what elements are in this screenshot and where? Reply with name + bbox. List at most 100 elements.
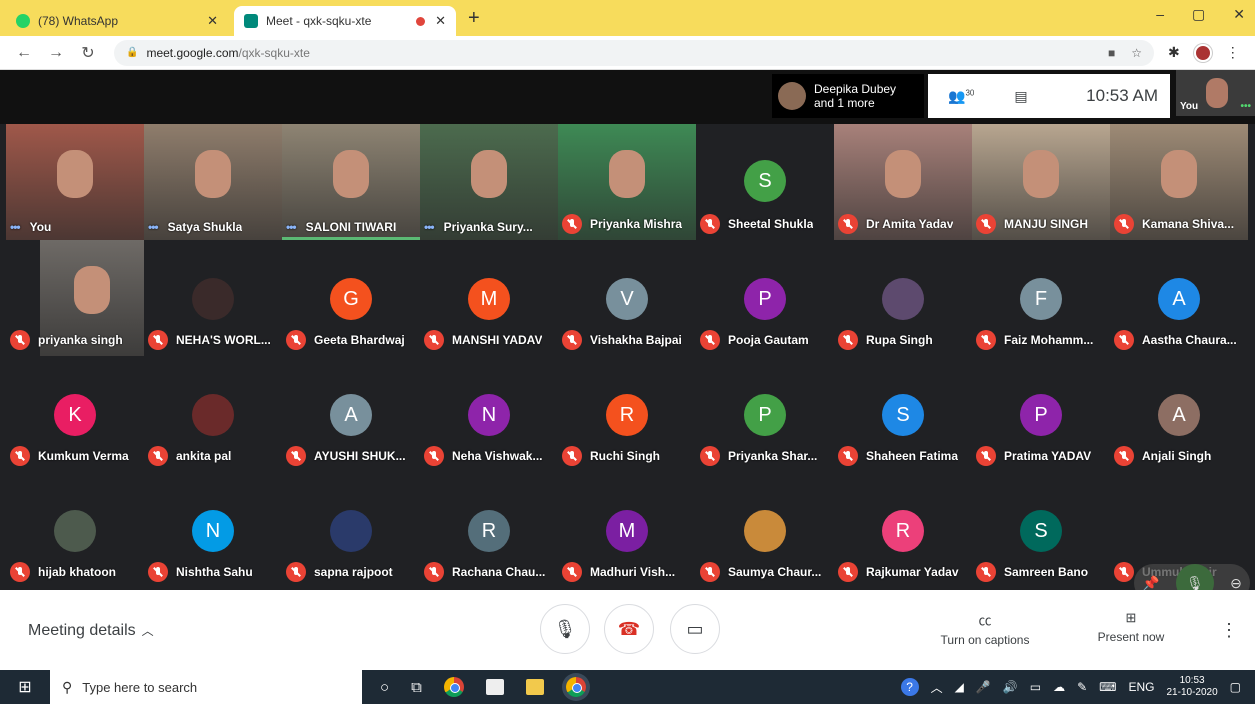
language-indicator[interactable]: ENG xyxy=(1128,680,1154,694)
bookmark-star-icon[interactable]: ☆ xyxy=(1131,46,1142,60)
browser-menu-icon[interactable]: ⋮ xyxy=(1226,44,1240,61)
participant-name-label: Rupa Singh xyxy=(866,333,933,347)
participant-name: Anjali Singh xyxy=(1114,446,1211,466)
minimize-button[interactable]: – xyxy=(1156,6,1164,23)
participant-tile[interactable]: S Samreen Bano xyxy=(972,472,1110,588)
mic-tray-icon[interactable]: 🎤 xyxy=(976,680,991,694)
close-window-button[interactable]: ✕ xyxy=(1233,6,1245,23)
volume-icon[interactable]: 🔊 xyxy=(1003,680,1018,694)
participant-name-label: Pooja Gautam xyxy=(728,333,809,347)
participant-tile[interactable]: hijab khatoon xyxy=(6,472,144,588)
chrome-icon[interactable] xyxy=(443,677,464,697)
participant-tile[interactable]: Saumya Chaur... xyxy=(696,472,834,588)
participant-tile[interactable]: ••• You xyxy=(6,124,144,240)
participant-tile[interactable]: Dr Amita Yadav xyxy=(834,124,972,240)
file-explorer-icon[interactable] xyxy=(525,679,544,695)
maximize-button[interactable]: ▢ xyxy=(1192,6,1205,23)
camera-button[interactable]: ▭ xyxy=(670,604,720,654)
participant-name: Dr Amita Yadav xyxy=(838,214,953,234)
reload-icon[interactable]: ↻ xyxy=(80,43,96,63)
participant-tile[interactable]: A AYUSHI SHUK... xyxy=(282,356,420,472)
participant-tile[interactable]: R Ruchi Singh xyxy=(558,356,696,472)
new-tab-button[interactable]: + xyxy=(468,7,480,30)
back-arrow-icon[interactable]: ← xyxy=(16,44,32,62)
network-icon[interactable]: ◢ xyxy=(955,680,964,694)
close-tab-icon[interactable]: ✕ xyxy=(207,13,218,29)
mic-muted-icon xyxy=(976,214,996,234)
tab-title: Meet - qxk-sqku-xte xyxy=(266,14,372,28)
tab-whatsapp[interactable]: (78) WhatsApp ✕ xyxy=(6,6,228,36)
help-icon[interactable]: ? xyxy=(900,678,919,696)
participant-tile[interactable]: R Rachana Chau... xyxy=(420,472,558,588)
tab-meet[interactable]: Meet - qxk-sqku-xte ✕ xyxy=(234,6,456,36)
participant-tile[interactable]: S Sheetal Shukla xyxy=(696,124,834,240)
participant-tile[interactable]: N Nishtha Sahu xyxy=(144,472,282,588)
more-options-icon[interactable]: ⋮ xyxy=(1220,620,1238,641)
more-dots-icon[interactable]: ••• xyxy=(286,220,297,234)
participant-tile[interactable]: N Neha Vishwak... xyxy=(420,356,558,472)
cloud-icon[interactable]: ☁ xyxy=(1053,680,1065,694)
participant-tile[interactable]: priyanka singh xyxy=(6,240,144,356)
camera-indicator-icon[interactable]: ■ xyxy=(1108,46,1115,60)
store-icon[interactable] xyxy=(485,679,504,695)
participant-tile[interactable]: V Vishakha Bajpai xyxy=(558,240,696,356)
participant-tile[interactable]: F Faiz Mohamm... xyxy=(972,240,1110,356)
participant-tile[interactable]: A Anjali Singh xyxy=(1110,356,1248,472)
remove-icon[interactable]: ⊖ xyxy=(1230,575,1242,592)
chevron-up-icon[interactable]: ︿ xyxy=(931,679,943,696)
task-view-icon[interactable]: ⧉ xyxy=(411,679,422,696)
participant-tile[interactable]: MANJU SINGH xyxy=(972,124,1110,240)
captions-button[interactable]: ㏄ Turn on captions xyxy=(930,610,1040,647)
url-input[interactable]: 🔒 meet.google.com/qxk-sqku-xte ■ ☆ xyxy=(114,39,1154,66)
participant-tile[interactable]: NEHA'S WORL... xyxy=(144,240,282,356)
participant-tile[interactable]: A Aastha Chaura... xyxy=(1110,240,1248,356)
participant-tile[interactable]: Rupa Singh xyxy=(834,240,972,356)
taskbar-search-input[interactable]: ⚲ Type here to search xyxy=(50,670,362,704)
participant-tile[interactable]: M Madhuri Vish... xyxy=(558,472,696,588)
keyboard-icon[interactable]: ⌨ xyxy=(1099,680,1116,694)
present-now-button[interactable]: ⊞ Present now xyxy=(1076,610,1186,644)
participant-tile[interactable]: Kamana Shiva... xyxy=(1110,124,1248,240)
cortana-icon[interactable]: ○ xyxy=(380,679,389,696)
extensions-icon[interactable]: ✱ xyxy=(1168,44,1180,61)
notifications-icon[interactable]: ▢ xyxy=(1230,680,1241,694)
microphone-icon: 🎙 xyxy=(553,618,577,639)
microphone-button[interactable]: 🎙 xyxy=(540,604,590,654)
battery-icon[interactable]: ▭ xyxy=(1030,680,1041,694)
participant-tile[interactable]: ankita pal xyxy=(144,356,282,472)
pen-icon[interactable]: ✎ xyxy=(1077,680,1087,694)
more-dots-icon[interactable]: ••• xyxy=(10,220,21,234)
more-dots-icon[interactable]: ••• xyxy=(424,220,435,234)
system-tray: ? ︿ ◢ 🎤 🔊 ▭ ☁ ✎ ⌨ ENG 10:53 21-10-2020 ▢ xyxy=(900,675,1255,699)
participant-tile[interactable]: P Pratima YADAV xyxy=(972,356,1110,472)
self-view-thumbnail[interactable]: You ••• xyxy=(1176,70,1255,116)
end-call-button[interactable]: ☎ xyxy=(604,604,654,654)
participant-tile[interactable]: sapna rajpoot xyxy=(282,472,420,588)
participant-grid: ••• You ••• Satya Shukla ••• SALONI TIWARI •••… xyxy=(6,124,1250,602)
more-dots-icon[interactable]: ••• xyxy=(148,220,159,234)
participant-tile[interactable]: ••• Priyanka Sury... xyxy=(420,124,558,240)
profile-avatar[interactable] xyxy=(1193,43,1212,62)
taskbar-clock[interactable]: 10:53 21-10-2020 xyxy=(1167,675,1218,699)
meeting-details-button[interactable]: Meeting details ︿ xyxy=(28,622,154,640)
pin-icon[interactable]: 📌 xyxy=(1142,575,1159,592)
participant-tile[interactable]: Priyanka Mishra xyxy=(558,124,696,240)
participant-tile[interactable]: P Pooja Gautam xyxy=(696,240,834,356)
participant-tile[interactable]: M MANSHI YADAV xyxy=(420,240,558,356)
participant-tile[interactable]: S Shaheen Fatima xyxy=(834,356,972,472)
participant-tile[interactable]: K Kumkum Verma xyxy=(6,356,144,472)
presenter-indicator[interactable]: Deepika Dubey and 1 more xyxy=(772,74,924,118)
meet-controls-bar: Meeting details ︿ 🎙 ☎ ▭ ㏄ Turn on caption… xyxy=(0,590,1255,670)
chrome-active-icon[interactable] xyxy=(565,677,586,697)
more-dots-icon[interactable]: ••• xyxy=(1240,101,1251,112)
close-tab-icon[interactable]: ✕ xyxy=(435,13,446,29)
participant-tile[interactable]: R Rajkumar Yadav xyxy=(834,472,972,588)
people-icon[interactable]: 👥30 xyxy=(948,88,974,105)
participant-tile[interactable]: G Geeta Bhardwaj xyxy=(282,240,420,356)
participant-tile[interactable]: P Priyanka Shar... xyxy=(696,356,834,472)
forward-arrow-icon[interactable]: → xyxy=(48,44,64,62)
chat-icon[interactable]: ▤ xyxy=(1014,88,1027,105)
participant-tile[interactable]: ••• SALONI TIWARI xyxy=(282,124,420,240)
windows-start-icon[interactable]: ⊞ xyxy=(0,670,50,704)
participant-tile[interactable]: ••• Satya Shukla xyxy=(144,124,282,240)
